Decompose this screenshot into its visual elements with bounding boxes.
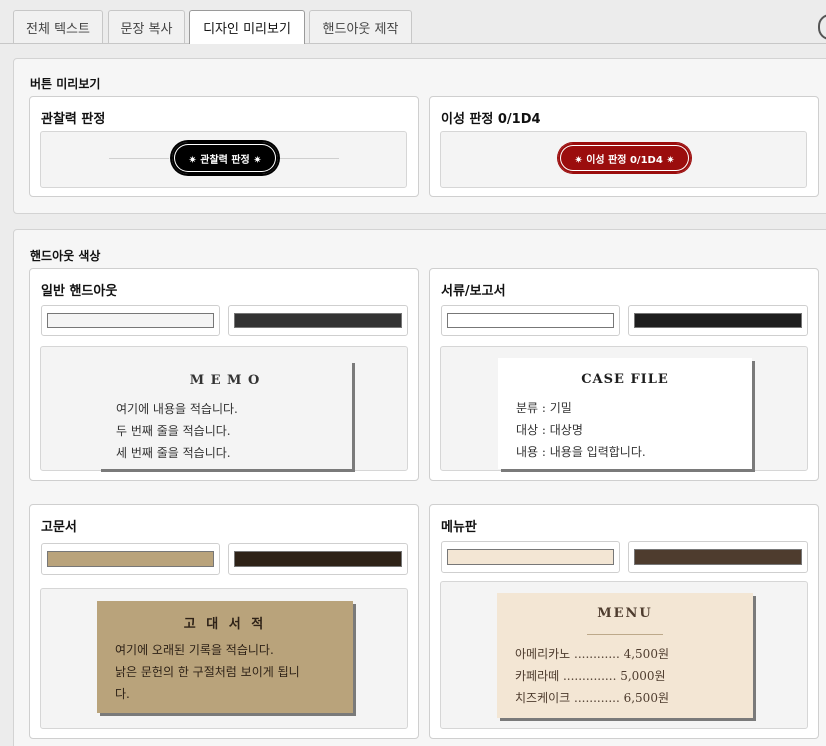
menu-item: 카페라떼 .............. 5,000원 <box>515 669 666 683</box>
handout-box: 서류/보고서 CASE FILE 분류 : 기밀 대상 : 대상명 내용 : 내… <box>429 268 819 481</box>
button-preview-area: ✷ 관찰력 판정 ✷ <box>40 131 407 188</box>
color-swatch <box>234 551 402 567</box>
handout-line: 두 번째 줄을 적습니다. <box>116 424 231 438</box>
button-box: 관찰력 판정 ✷ 관찰력 판정 ✷ <box>29 96 419 197</box>
button-box-title: 관찰력 판정 <box>41 112 106 127</box>
color-swatch <box>447 549 614 565</box>
handout-line: 여기에 내용을 적습니다. <box>116 402 238 416</box>
button-box: 이성 판정 0/1D4 ✷ 이성 판정 0/1D4 ✷ <box>429 96 819 197</box>
color-swatch <box>634 549 802 565</box>
color-swatch <box>47 551 214 567</box>
button-label: ✷ 이성 판정 0/1D4 ✷ <box>574 154 675 166</box>
color-swatch <box>634 313 802 328</box>
handout-preview-area: 고 대 서 적 여기에 오래된 기록을 적습니다. 낡은 문헌의 한 구절처럼 … <box>40 588 408 729</box>
handout-preview-area: MENU 아메리카노 ............ 4,500원 카페라떼 ....… <box>440 581 808 729</box>
handout-paper: MENU 아메리카노 ............ 4,500원 카페라떼 ....… <box>497 593 753 718</box>
handout-title: MENU <box>597 606 653 621</box>
tab-handout-maker[interactable]: 핸드아웃 제작 <box>309 10 412 43</box>
handout-color-card: 핸드아웃 색상 일반 핸드아웃 M E M O 여기에 내용을 적습니다. 두 … <box>13 229 826 746</box>
text-color-picker[interactable] <box>228 543 408 575</box>
menu-item: 치즈케이크 ............ 6,500원 <box>515 691 669 705</box>
tab-sentence-copy[interactable]: 문장 복사 <box>108 10 185 43</box>
handout-paper: CASE FILE 분류 : 기밀 대상 : 대상명 내용 : 내용을 입력합니… <box>498 358 752 469</box>
handout-title: M E M O <box>189 373 261 388</box>
text-color-picker[interactable] <box>628 541 808 573</box>
background-color-picker[interactable] <box>41 543 220 575</box>
tab-label: 전체 텍스트 <box>26 21 90 37</box>
handout-line: 대상 : 대상명 <box>516 423 583 437</box>
tab-design-preview[interactable]: 디자인 미리보기 <box>189 10 305 44</box>
tab-label: 디자인 미리보기 <box>203 22 291 37</box>
check-button[interactable]: ✷ 관찰력 판정 ✷ <box>172 142 278 174</box>
divider-line <box>109 158 169 159</box>
handout-paper: M E M O 여기에 내용을 적습니다. 두 번째 줄을 적습니다. 세 번째… <box>98 360 352 469</box>
handout-line: 세 번째 줄을 적습니다. <box>116 446 231 460</box>
divider-line <box>279 158 339 159</box>
section-title: 버튼 미리보기 <box>30 77 101 91</box>
handout-title: CASE FILE <box>581 372 669 387</box>
text-color-picker[interactable] <box>628 305 808 336</box>
tab-label: 핸드아웃 제작 <box>322 21 399 37</box>
menu-item: 아메리카노 ............ 4,500원 <box>515 647 669 661</box>
check-button[interactable]: ✷ 이성 판정 0/1D4 ✷ <box>558 143 691 173</box>
handout-title: 고 대 서 적 <box>183 617 267 632</box>
handout-line: 내용 : 내용을 입력합니다. <box>516 445 646 459</box>
button-box-title: 이성 판정 0/1D4 <box>441 112 541 127</box>
section-title: 핸드아웃 색상 <box>30 249 101 263</box>
handout-box-title: 일반 핸드아웃 <box>41 284 118 299</box>
handout-preview-area: CASE FILE 분류 : 기밀 대상 : 대상명 내용 : 내용을 입력합니… <box>440 346 808 471</box>
button-preview-area: ✷ 이성 판정 0/1D4 ✷ <box>440 131 807 188</box>
handout-box-title: 고문서 <box>41 520 77 535</box>
button-preview-card: 버튼 미리보기 관찰력 판정 ✷ 관찰력 판정 ✷ 이성 판정 0/1D4 ✷ … <box>13 58 826 214</box>
handout-box-title: 메뉴판 <box>441 520 477 535</box>
handout-box: 메뉴판 MENU 아메리카노 ............ 4,500원 카페라떼 … <box>429 504 819 739</box>
color-swatch <box>47 313 214 328</box>
color-swatch <box>447 313 614 328</box>
background-color-picker[interactable] <box>41 305 220 336</box>
handout-box: 일반 핸드아웃 M E M O 여기에 내용을 적습니다. 두 번째 줄을 적습… <box>29 268 419 481</box>
scroll-indicator-icon <box>818 14 826 40</box>
tab-divider <box>0 43 826 44</box>
tab-label: 문장 복사 <box>120 21 173 37</box>
handout-box: 고문서 고 대 서 적 여기에 오래된 기록을 적습니다. 낡은 문헌의 한 구… <box>29 504 419 739</box>
menu-divider <box>587 634 663 635</box>
handout-preview-area: M E M O 여기에 내용을 적습니다. 두 번째 줄을 적습니다. 세 번째… <box>40 346 408 471</box>
handout-line: 분류 : 기밀 <box>516 401 572 415</box>
handout-line: 낡은 문헌의 한 구절처럼 보이게 됩니 <box>115 665 300 679</box>
color-swatch <box>234 313 402 328</box>
background-color-picker[interactable] <box>441 541 620 573</box>
tab-full-text[interactable]: 전체 텍스트 <box>13 10 103 43</box>
handout-line: 여기에 오래된 기록을 적습니다. <box>115 643 274 657</box>
button-label: ✷ 관찰력 판정 ✷ <box>188 154 262 166</box>
handout-paper: 고 대 서 적 여기에 오래된 기록을 적습니다. 낡은 문헌의 한 구절처럼 … <box>97 601 353 713</box>
handout-box-title: 서류/보고서 <box>441 284 506 299</box>
text-color-picker[interactable] <box>228 305 408 336</box>
background-color-picker[interactable] <box>441 305 620 336</box>
handout-line: 다. <box>115 687 130 701</box>
